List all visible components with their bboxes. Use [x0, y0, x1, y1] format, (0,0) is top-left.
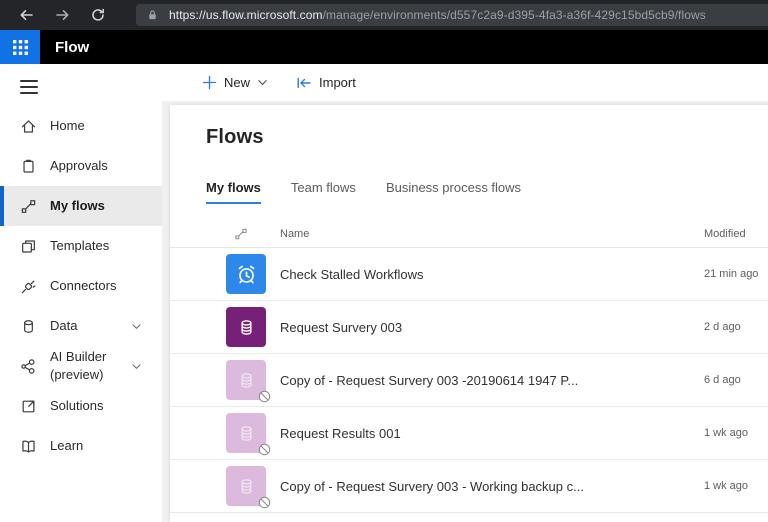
connectors-icon	[20, 278, 37, 295]
lock-icon	[146, 8, 159, 22]
flow-modified: 6 d ago	[704, 374, 768, 386]
import-button[interactable]: Import	[296, 75, 356, 90]
flow-name[interactable]: Request Results 001	[280, 426, 704, 441]
new-button[interactable]: New	[202, 75, 268, 90]
url-text: https://us.flow.microsoft.com/manage/env…	[169, 8, 706, 22]
flow-name[interactable]: Check Stalled Workflows	[280, 267, 704, 282]
flow-glyph-icon	[234, 227, 280, 241]
table-header-row: Name Modified	[170, 221, 768, 248]
flow-modified: 1 wk ago	[704, 427, 768, 439]
sidebar-item-learn[interactable]: Learn	[0, 426, 162, 466]
solutions-icon	[20, 398, 37, 415]
sidebar-item-label: Approvals	[50, 157, 108, 175]
import-button-label: Import	[319, 75, 356, 90]
browser-toolbar: https://us.flow.microsoft.com/manage/env…	[0, 0, 768, 30]
sidebar-nav: Home Approvals My flows Templates Connectors…	[0, 106, 162, 466]
url-domain: https://us.flow.microsoft.com	[169, 8, 323, 22]
flow-row[interactable]: Check Stalled Workflows21 min ago	[170, 248, 768, 301]
sidebar-item-home[interactable]: Home	[0, 106, 162, 146]
page-title: Flows	[170, 126, 768, 149]
page-region: Flows My flows Team flows Business process…	[162, 101, 768, 522]
sidebar-item-label: Home	[50, 117, 85, 135]
disabled-badge-icon	[258, 390, 271, 403]
data-icon	[20, 318, 37, 335]
sidebar-item-data[interactable]: Data	[0, 306, 162, 346]
tab-my-flows[interactable]: My flows	[206, 180, 261, 204]
new-button-label: New	[224, 75, 250, 90]
learn-icon	[20, 438, 37, 455]
flow-name[interactable]: Copy of - Request Survery 003 - Working …	[280, 479, 704, 494]
flow-modified: 2 d ago	[704, 321, 768, 333]
column-header-modified: Modified	[704, 228, 768, 240]
flows-table: Name Modified Check Stalled Workflows21 …	[170, 221, 768, 513]
flow-tile	[226, 254, 266, 294]
import-icon	[296, 76, 312, 90]
sidebar-item-label: Templates	[50, 237, 109, 255]
content-panel: Flows My flows Team flows Business process…	[170, 105, 768, 522]
flow-row[interactable]: Request Results 0011 wk ago	[170, 407, 768, 460]
tab-business-process-flows[interactable]: Business process flows	[386, 180, 521, 204]
chevron-down-icon[interactable]	[131, 321, 142, 332]
flow-modified: 21 min ago	[704, 268, 768, 280]
column-header-name: Name	[280, 228, 704, 240]
sidebar-item-label: Solutions	[50, 397, 103, 415]
approvals-icon	[20, 158, 37, 175]
flow-row[interactable]: Copy of - Request Survery 003 -20190614 …	[170, 354, 768, 407]
sidebar-item-templates[interactable]: Templates	[0, 226, 162, 266]
waffle-menu-icon[interactable]	[0, 30, 40, 64]
sidebar-item-label: Connectors	[50, 277, 116, 295]
ai-builder-icon	[20, 358, 37, 375]
flow-tile-disabled	[226, 466, 266, 506]
table-body: Check Stalled Workflows21 min agoRequest…	[170, 248, 768, 513]
disabled-badge-icon	[258, 443, 271, 456]
sidebar-item-ai-builder-preview[interactable]: AI Builder (preview)	[0, 346, 162, 386]
flow-name[interactable]: Request Survery 003	[280, 320, 704, 335]
flow-tile	[226, 307, 266, 347]
sidebar-item-approvals[interactable]: Approvals	[0, 146, 162, 186]
templates-icon	[20, 238, 37, 255]
sidebar-item-label: Learn	[50, 437, 83, 455]
command-bar: New Import	[162, 64, 768, 101]
sidebar: Home Approvals My flows Templates Connectors…	[0, 64, 162, 522]
flows-icon	[20, 198, 37, 215]
chevron-down-icon[interactable]	[131, 361, 142, 372]
home-icon	[20, 118, 37, 135]
sidebar-item-solutions[interactable]: Solutions	[0, 386, 162, 426]
hamburger-menu-icon[interactable]	[20, 80, 38, 94]
app-title[interactable]: Flow	[55, 39, 89, 56]
browser-back-icon[interactable]	[14, 3, 38, 27]
tab-team-flows[interactable]: Team flows	[291, 180, 356, 204]
flow-row[interactable]: Request Survery 0032 d ago	[170, 301, 768, 354]
sidebar-item-label: My flows	[50, 197, 105, 215]
sidebar-item-label: AI Builder (preview)	[50, 348, 131, 383]
browser-refresh-icon[interactable]	[86, 3, 110, 27]
chevron-down-icon	[257, 77, 268, 88]
flow-tile-disabled	[226, 413, 266, 453]
tab-bar: My flows Team flows Business process flows	[206, 180, 768, 204]
flow-tile-disabled	[226, 360, 266, 400]
address-bar[interactable]: https://us.flow.microsoft.com/manage/env…	[136, 4, 768, 26]
browser-forward-icon[interactable]	[50, 3, 74, 27]
app-header: Flow	[0, 30, 768, 64]
flow-row[interactable]: Copy of - Request Survery 003 - Working …	[170, 460, 768, 513]
disabled-badge-icon	[258, 496, 271, 509]
sidebar-item-label: Data	[50, 317, 77, 335]
sidebar-item-my-flows[interactable]: My flows	[0, 186, 162, 226]
plus-icon	[202, 75, 217, 90]
sidebar-item-connectors[interactable]: Connectors	[0, 266, 162, 306]
url-path: /manage/environments/d557c2a9-d395-4fa3-…	[323, 8, 706, 22]
flow-modified: 1 wk ago	[704, 480, 768, 492]
flow-name[interactable]: Copy of - Request Survery 003 -20190614 …	[280, 373, 704, 388]
